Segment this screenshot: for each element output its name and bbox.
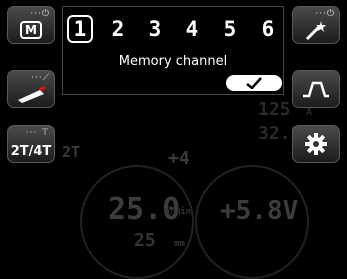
trigger-mode-button[interactable]: ··· ⊤ 2T/4T — [7, 125, 55, 163]
settings-button[interactable] — [292, 125, 340, 163]
confirm-button[interactable] — [226, 75, 282, 91]
memory-label: M — [20, 21, 42, 39]
torch-icon — [18, 85, 46, 103]
channel-row: 1 2 3 4 5 6 — [67, 15, 279, 43]
dialog-title: Memory channel — [118, 54, 228, 69]
channel-2[interactable]: 2 — [105, 15, 131, 43]
channel-1[interactable]: 1 — [67, 15, 93, 43]
synergic-button[interactable]: ···⏻ — [292, 6, 340, 44]
bg-thickness-unit: mm — [174, 239, 185, 249]
gear-icon — [305, 133, 327, 155]
channel-6[interactable]: 6 — [255, 15, 281, 43]
memory-button[interactable]: ···⏻ M — [7, 6, 55, 44]
memory-channel-dialog: 1 2 3 4 5 6 Memory channel — [62, 6, 284, 95]
bg-current-unit: A — [306, 107, 313, 118]
waveform-button[interactable] — [292, 70, 340, 108]
pulse-waveform-icon — [303, 81, 329, 98]
checkmark-icon — [246, 77, 262, 89]
trigger-mode-label: 2T/4T — [10, 143, 52, 159]
channel-4[interactable]: 4 — [179, 15, 205, 43]
bg-current-value: 125 — [258, 99, 291, 120]
bg-voltage2-value: +5.8V — [220, 196, 299, 226]
channel-3[interactable]: 3 — [142, 15, 168, 43]
magic-wand-icon — [305, 21, 326, 41]
bg-trim-value: +4 — [168, 148, 190, 169]
torch-button[interactable]: ···⟋ — [7, 70, 55, 108]
bg-thickness-value: 25 — [134, 230, 156, 251]
channel-5[interactable]: 5 — [217, 15, 243, 43]
bg-weld-mode: 2T — [62, 143, 81, 161]
bg-wire-speed-unit: m/min — [164, 207, 192, 217]
